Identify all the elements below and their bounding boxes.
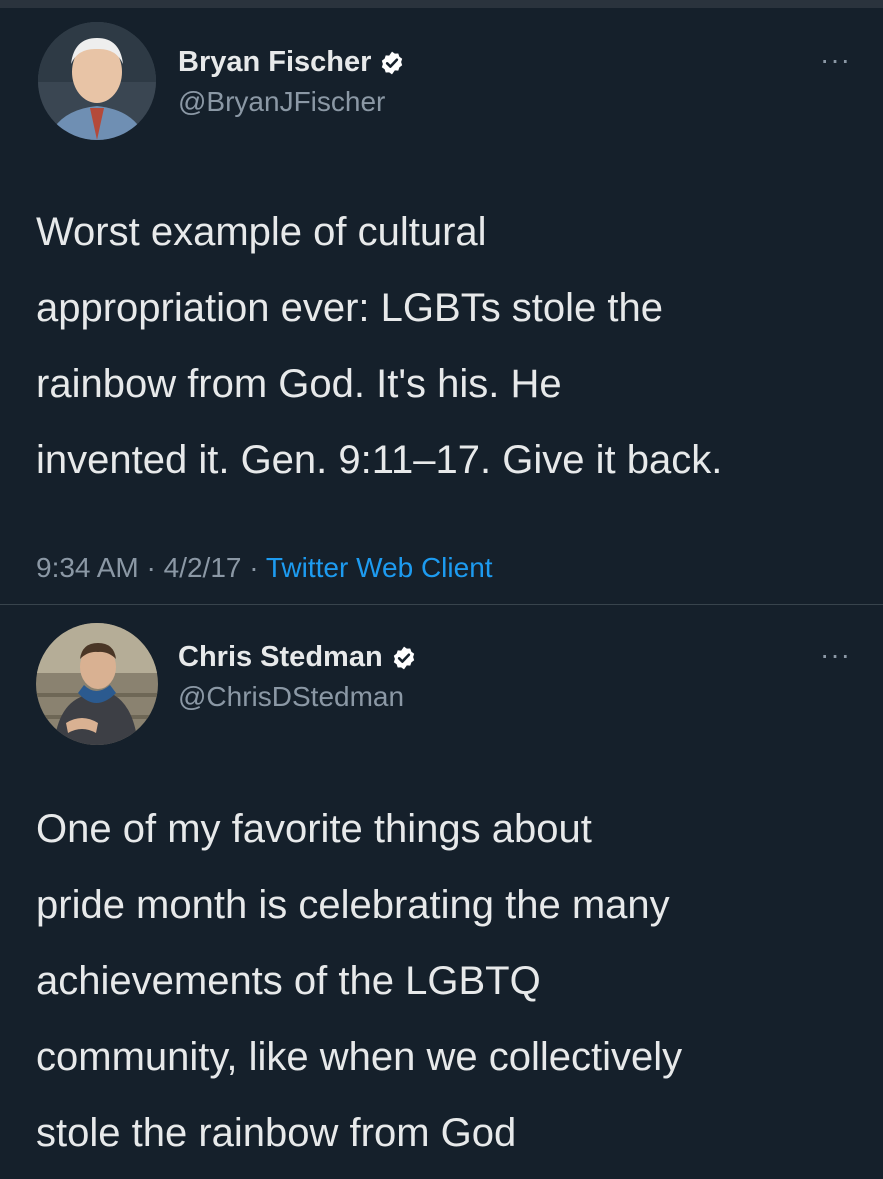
avatar-portrait-icon [38,22,156,140]
more-options-icon[interactable]: ··· [820,44,851,76]
tweet-text-line: rainbow from God. It's his. He [36,362,562,406]
meta-separator: · [146,552,156,583]
meta-separator: · [249,552,259,583]
avatar[interactable] [38,22,156,140]
tweet-text-line: pride month is celebrating the many [36,883,670,927]
author-name-row: Chris Stedman [178,641,417,674]
tweet-text-line: appropriation ever: LGBTs stole the [36,286,664,330]
author-name-row: Bryan Fischer [178,46,405,79]
tweet-time[interactable]: 9:34 AM [36,552,139,583]
tweet-text-line: stole the rainbow from God [36,1111,517,1155]
tweet-text: One of my favorite things about pride mo… [36,791,856,1171]
tweet-card[interactable]: Bryan Fischer @BryanJFischer ··· Worst e… [0,0,883,604]
tweet-date[interactable]: 4/2/17 [164,552,242,583]
display-name[interactable]: Bryan Fischer [178,46,371,79]
tweet-text-line: achievements of the LGBTQ [36,959,541,1003]
user-handle[interactable]: @BryanJFischer [178,86,385,118]
tweet-card[interactable]: Chris Stedman @ChrisDStedman ··· One of … [0,605,883,1179]
tweet-text-line: invented it. Gen. 9:11–17. Give it back. [36,438,723,482]
user-handle[interactable]: @ChrisDStedman [178,681,404,713]
tweet-text-line: community, like when we collectively [36,1035,683,1079]
avatar-portrait-icon [36,623,158,745]
tweet-meta: 9:34 AM · 4/2/17 · Twitter Web Client [36,552,493,584]
verified-badge-icon [393,646,414,669]
avatar[interactable] [36,623,158,745]
tweet-text-line: Worst example of cultural [36,210,487,254]
display-name[interactable]: Chris Stedman [178,641,383,674]
verified-badge-icon [382,51,403,74]
tweet-source-link[interactable]: Twitter Web Client [266,552,493,583]
tweet-text: Worst example of cultural appropriation … [36,194,856,498]
tweet-text-line: One of my favorite things about [36,807,592,851]
more-options-icon[interactable]: ··· [820,639,851,671]
